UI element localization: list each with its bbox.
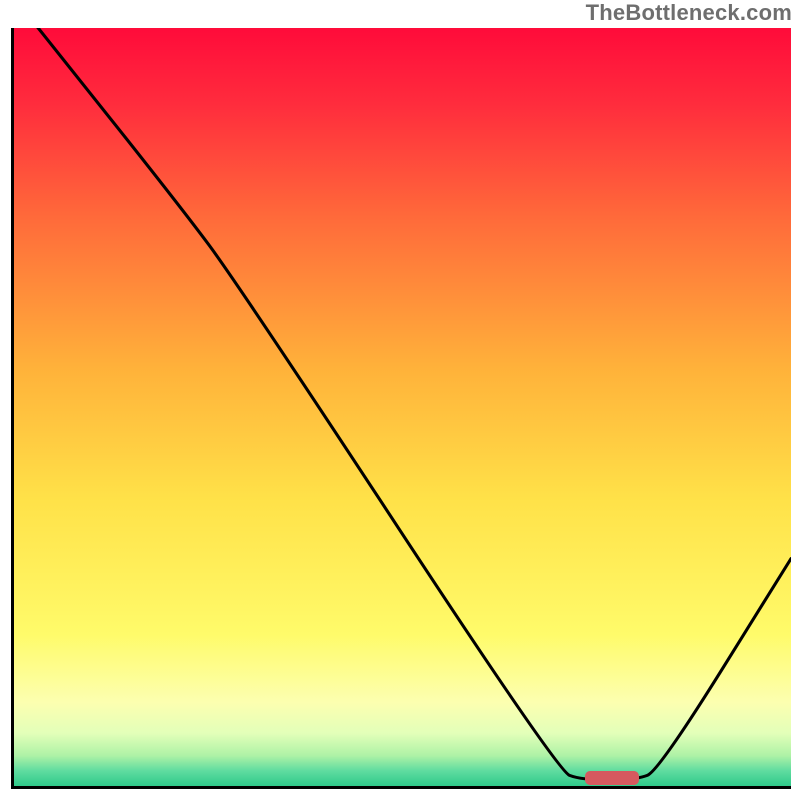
axes-frame	[11, 28, 791, 789]
chart-frame	[11, 28, 791, 789]
watermark-text: TheBottleneck.com	[586, 0, 792, 26]
